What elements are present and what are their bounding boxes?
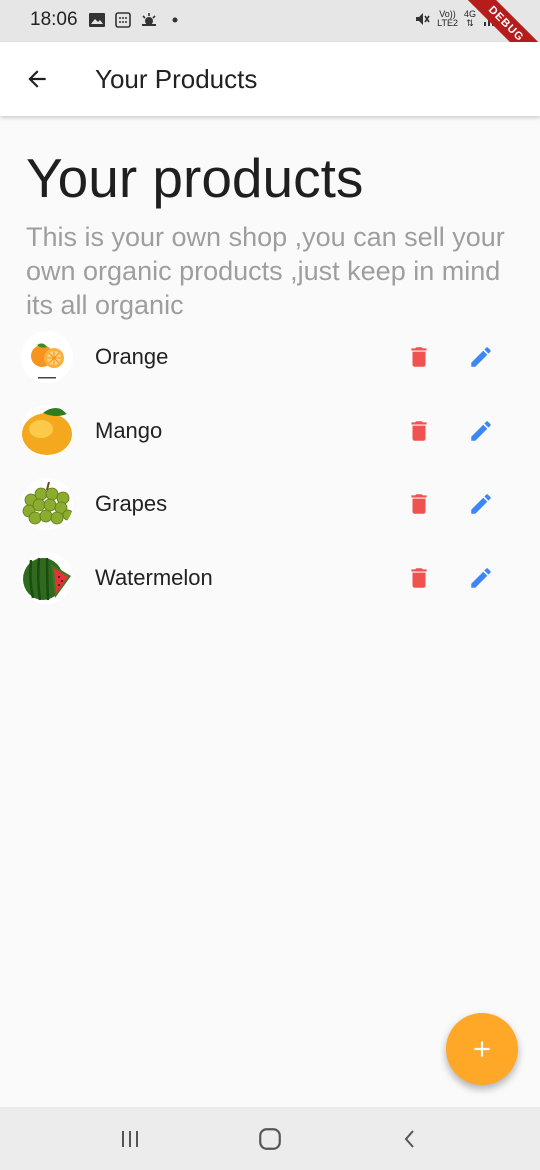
product-row-orange: Orange <box>0 320 540 394</box>
product-row-watermelon: Watermelon <box>0 541 540 615</box>
page-description: This is your own shop ,you can sell your… <box>26 222 505 320</box>
dot-icon <box>172 17 178 23</box>
mute-icon <box>416 13 430 25</box>
product-image-watermelon <box>21 551 73 604</box>
product-list: Orange Mango Grapes Watermelon <box>0 320 540 614</box>
weather-icon <box>142 13 156 26</box>
data-indicator: 4G ⇅ <box>464 10 476 28</box>
recent-apps-button[interactable] <box>110 1121 150 1157</box>
edit-button[interactable] <box>466 416 496 446</box>
gallery-icon <box>89 13 105 27</box>
calculator-icon <box>115 12 131 28</box>
delete-icon <box>411 420 427 441</box>
edit-icon <box>471 494 491 514</box>
home-icon <box>259 1128 281 1150</box>
delete-button[interactable] <box>404 489 434 519</box>
edit-icon <box>471 420 491 441</box>
product-name: Grapes <box>95 491 168 516</box>
product-image-mango <box>21 404 73 457</box>
status-bar: 18:06 Vo)) LTE2 4G ⇅ DEBUG <box>0 0 540 81</box>
arrow-back-icon <box>28 70 46 88</box>
plus-icon <box>474 1041 490 1057</box>
chevron-left-icon <box>404 1130 414 1148</box>
edit-button[interactable] <box>466 489 496 519</box>
status-notification-icons <box>88 11 184 29</box>
edit-icon <box>471 347 491 367</box>
product-row-grapes: Grapes <box>0 467 540 541</box>
home-button[interactable] <box>250 1121 290 1157</box>
delete-icon <box>411 494 427 514</box>
delete-icon <box>411 347 427 367</box>
product-image-grapes <box>21 478 73 530</box>
delete-button[interactable] <box>404 563 434 593</box>
product-image-orange <box>21 331 73 383</box>
edit-icon <box>471 567 491 588</box>
nav-back-button[interactable] <box>390 1121 430 1157</box>
delete-icon <box>411 567 427 588</box>
add-product-button[interactable] <box>446 1013 518 1085</box>
back-button[interactable] <box>18 60 56 98</box>
delete-button[interactable] <box>404 416 434 446</box>
status-time: 18:06 <box>30 9 78 30</box>
app-bar-title: Your Products <box>95 64 258 94</box>
recent-apps-icon <box>122 1131 138 1147</box>
app-bar: Your Products <box>0 42 540 116</box>
volte-indicator: Vo)) LTE2 <box>437 10 458 28</box>
edit-button[interactable] <box>466 342 496 372</box>
edit-button[interactable] <box>466 563 496 593</box>
data-arrows-icon: ⇅ <box>466 18 474 28</box>
product-name: Watermelon <box>95 564 213 590</box>
product-name: Mango <box>95 417 163 443</box>
delete-button[interactable] <box>404 342 434 372</box>
page-heading: Your products <box>26 147 364 209</box>
volte-bottom: LTE2 <box>437 18 458 28</box>
system-nav-bar <box>0 1107 540 1170</box>
product-row-mango: Mango <box>0 394 540 468</box>
product-name: Orange <box>95 344 169 369</box>
